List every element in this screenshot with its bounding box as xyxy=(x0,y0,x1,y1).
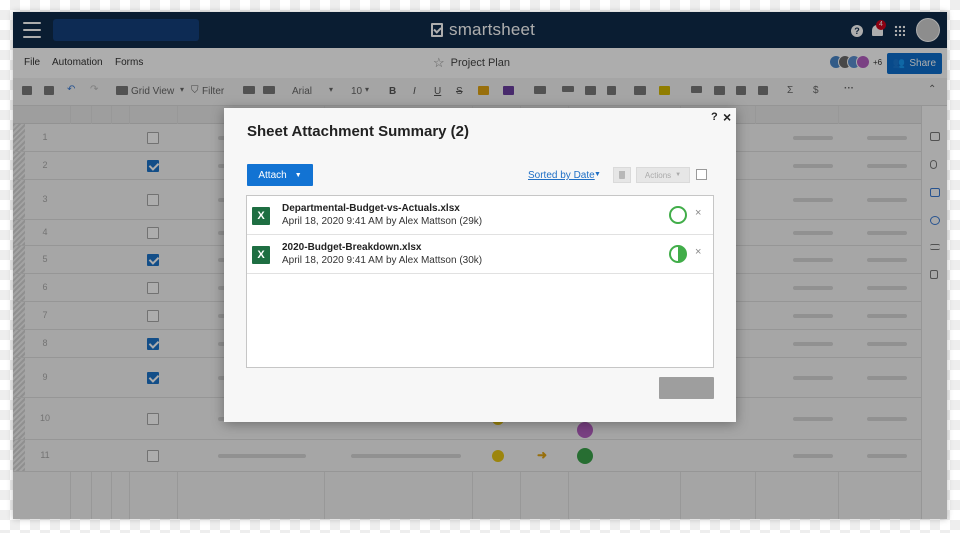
attachment-list: X Departmental-Budget-vs-Actuals.xlsx Ap… xyxy=(246,195,714,368)
chevron-down-icon: ▼ xyxy=(294,171,302,179)
sort-by-link[interactable]: Sorted by Date xyxy=(528,170,595,181)
ok-button[interactable] xyxy=(659,377,714,399)
half-status-circle-icon xyxy=(669,245,687,263)
file-meta: April 18, 2020 9:41 AM by Alex Mattson (… xyxy=(282,216,483,227)
file-meta: April 18, 2020 9:41 AM by Alex Mattson (… xyxy=(282,255,483,266)
dialog-title: Sheet Attachment Summary (2) xyxy=(247,123,469,140)
remove-icon[interactable]: × xyxy=(695,207,701,219)
attachment-summary-dialog: ? × Sheet Attachment Summary (2) Attach … xyxy=(224,108,736,422)
list-item[interactable]: X 2020-Budget-Breakdown.xlsx April 18, 2… xyxy=(247,235,713,274)
list-item[interactable]: X Departmental-Budget-vs-Actuals.xlsx Ap… xyxy=(247,196,713,235)
file-name[interactable]: 2020-Budget-Breakdown.xlsx xyxy=(282,242,422,253)
excel-file-icon: X xyxy=(252,207,270,225)
remove-icon[interactable]: × xyxy=(695,246,701,258)
chevron-down-icon: ▼ xyxy=(594,171,601,178)
status-circle-icon xyxy=(669,206,687,224)
delete-trash-icon[interactable] xyxy=(613,167,631,183)
attach-label: Attach xyxy=(258,169,287,181)
help-icon[interactable]: ? xyxy=(711,111,718,123)
excel-file-icon: X xyxy=(252,246,270,264)
chevron-down-icon: ▼ xyxy=(675,172,682,178)
select-all-checkbox[interactable] xyxy=(696,169,707,180)
actions-label: Actions xyxy=(644,170,672,180)
file-name[interactable]: Departmental-Budget-vs-Actuals.xlsx xyxy=(282,203,460,214)
attach-button[interactable]: Attach ▼ xyxy=(247,164,313,186)
close-icon[interactable]: × xyxy=(723,109,731,125)
actions-dropdown[interactable]: Actions ▼ xyxy=(636,167,690,183)
